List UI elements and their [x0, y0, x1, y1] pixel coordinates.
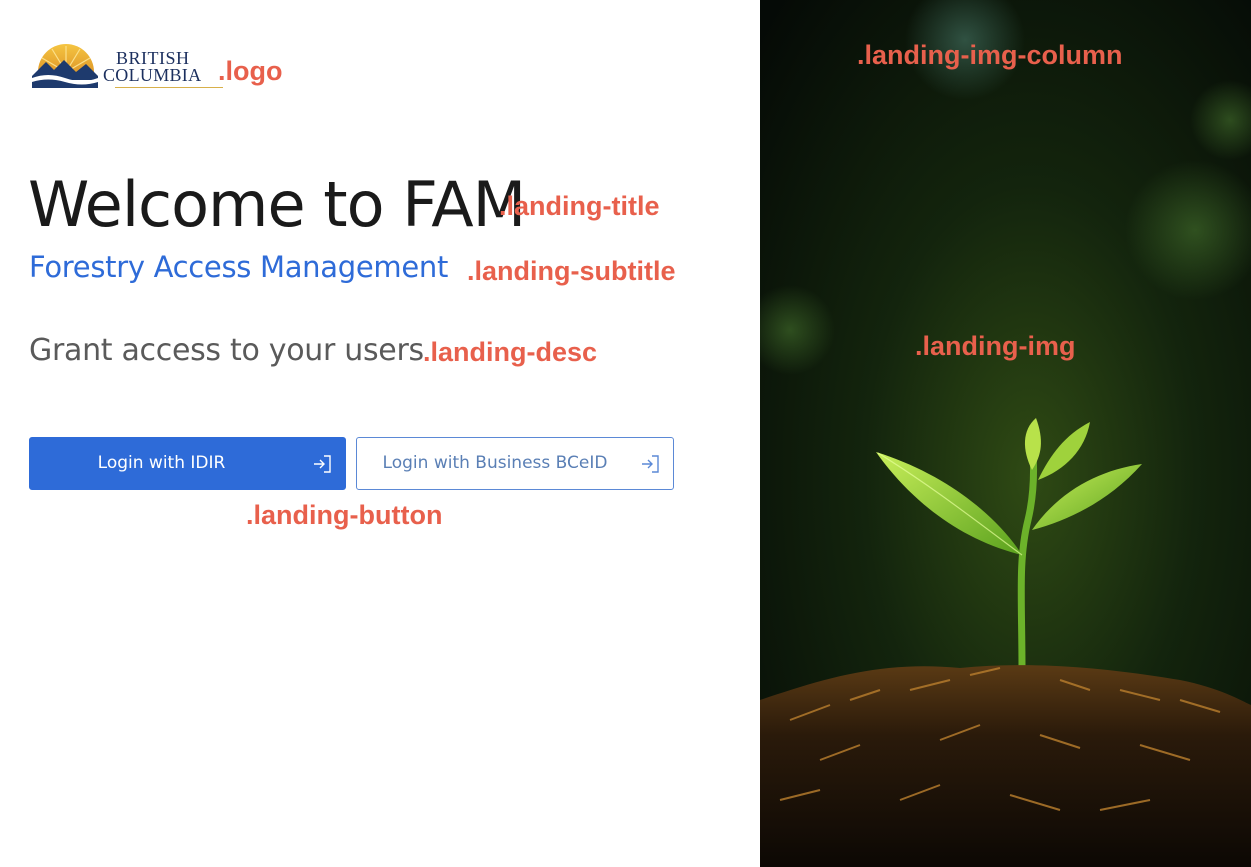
landing-img-column-annotation: .landing-img-column	[857, 40, 1123, 70]
landing-button-annotation: .landing-button	[246, 500, 443, 530]
bc-sun-mountain-icon	[32, 44, 98, 88]
login-bceid-button[interactable]: Login with Business BCeID	[356, 437, 674, 490]
landing-desc: Grant access to your users	[29, 333, 424, 368]
landing-title: Welcome to FAM	[28, 168, 526, 241]
logo-annotation: .logo	[218, 56, 283, 86]
landing-img-annotation: .landing-img	[915, 331, 1076, 361]
landing-desc-annotation: .landing-desc	[423, 337, 598, 367]
landing-content-column: BRITISH COLUMBIA .logo Welcome to FAM .l…	[0, 0, 760, 867]
landing-subtitle: Forestry Access Management	[29, 250, 449, 284]
login-icon	[314, 455, 331, 473]
landing-title-annotation: .landing-title	[499, 191, 660, 221]
logo-line-2: COLUMBIA	[103, 65, 202, 85]
login-idir-button[interactable]: Login with IDIR	[29, 437, 346, 490]
landing-subtitle-annotation: .landing-subtitle	[467, 256, 676, 286]
login-bceid-label: Login with Business BCeID	[382, 453, 608, 473]
login-icon	[642, 455, 659, 473]
landing-img	[760, 0, 1251, 867]
login-idir-label: Login with IDIR	[97, 453, 226, 473]
bc-gov-logo: BRITISH COLUMBIA	[32, 42, 223, 92]
logo-underline	[115, 87, 223, 88]
logo-line-1: BRITISH	[116, 48, 190, 68]
landing-img-column: .landing-img-column .landing-img	[760, 0, 1251, 867]
